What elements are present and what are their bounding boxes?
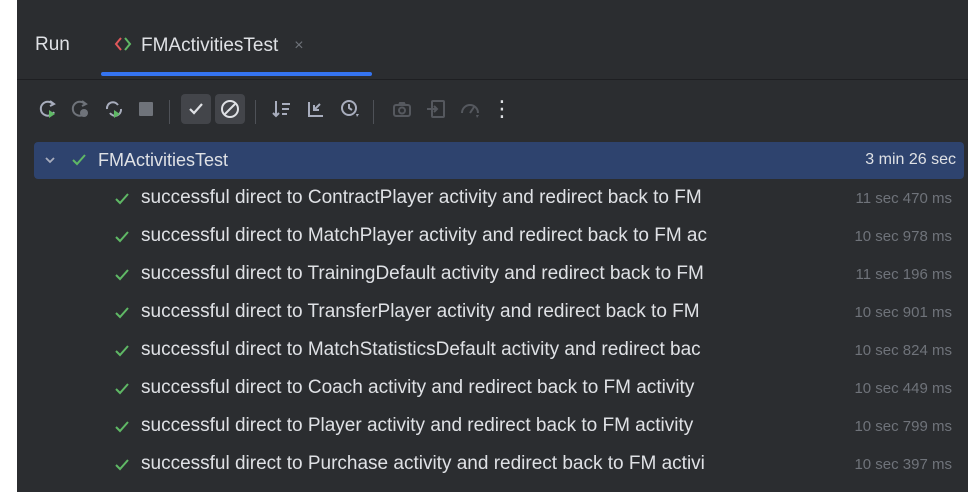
- test-duration: 10 sec 799 ms: [854, 418, 952, 435]
- test-name: successful direct to Player activity and…: [141, 415, 694, 436]
- test-name: successful direct to Purchase activity a…: [141, 453, 705, 474]
- toolbar-separator: [373, 100, 374, 124]
- toolbar-separator: [169, 100, 170, 124]
- close-tab-icon[interactable]: ×: [294, 37, 303, 55]
- passed-check-icon: [113, 266, 131, 289]
- passed-check-icon: [113, 342, 131, 365]
- test-name: successful direct to Coach activity and …: [141, 377, 695, 398]
- import-tests-icon[interactable]: [421, 94, 451, 124]
- sort-by-duration-icon[interactable]: [335, 94, 365, 124]
- test-duration: 10 sec 901 ms: [854, 304, 952, 321]
- root-test-name: FMActivitiesTest: [98, 150, 229, 170]
- passed-check-icon: [113, 456, 131, 479]
- test-toolbar: ⋮: [17, 80, 968, 142]
- test-name: successful direct to TransferPlayer acti…: [141, 301, 700, 322]
- passed-check-icon: [70, 151, 88, 174]
- expand-collapse-icon[interactable]: [301, 94, 331, 124]
- test-name: successful direct to MatchPlayer activit…: [141, 225, 707, 246]
- run-tool-window: Run FMActivitiesTest × ⋮ FMActivitiesTes…: [17, 0, 968, 492]
- test-name: successful direct to ContractPlayer acti…: [141, 187, 702, 208]
- test-config-icon: [113, 35, 133, 58]
- sort-alphabetically-icon[interactable]: [267, 94, 297, 124]
- test-row[interactable]: successful direct to MatchStatisticsDefa…: [17, 332, 968, 369]
- tab-fmactivitiestest[interactable]: FMActivitiesTest ×: [113, 26, 304, 66]
- test-duration: 10 sec 449 ms: [854, 380, 952, 397]
- tab-label: FMActivitiesTest: [141, 35, 279, 56]
- test-row[interactable]: successful direct to Purchase activity a…: [17, 446, 968, 483]
- show-ignored-icon[interactable]: [215, 94, 245, 124]
- rerun-failed-icon[interactable]: [65, 94, 95, 124]
- test-row[interactable]: successful direct to MatchPlayer activit…: [17, 218, 968, 255]
- test-name: successful direct to TrainingDefault act…: [141, 263, 704, 284]
- passed-check-icon: [113, 304, 131, 327]
- active-tab-indicator: [101, 72, 372, 76]
- test-duration: 10 sec 978 ms: [854, 228, 952, 245]
- test-duration: 10 sec 397 ms: [854, 456, 952, 473]
- test-duration: 11 sec 196 ms: [855, 266, 952, 283]
- rerun-automatic-icon[interactable]: [99, 94, 129, 124]
- passed-check-icon: [113, 190, 131, 213]
- run-tool-window-title: Run: [35, 34, 70, 55]
- test-duration: 10 sec 824 ms: [854, 342, 952, 359]
- passed-check-icon: [113, 380, 131, 403]
- test-tree-root[interactable]: FMActivitiesTest 3 min 26 sec: [34, 142, 964, 179]
- screenshot-icon[interactable]: [387, 94, 417, 124]
- passed-check-icon: [113, 228, 131, 251]
- passed-check-icon: [113, 418, 131, 441]
- tab-bar: Run FMActivitiesTest ×: [17, 0, 968, 78]
- stop-icon[interactable]: [131, 94, 161, 124]
- test-row[interactable]: successful direct to Player activity and…: [17, 408, 968, 445]
- test-duration: 11 sec 470 ms: [855, 190, 952, 207]
- test-row[interactable]: successful direct to Coach activity and …: [17, 370, 968, 407]
- toolbar-separator: [255, 100, 256, 124]
- history-icon[interactable]: [455, 94, 485, 124]
- chevron-down-icon[interactable]: [42, 152, 58, 173]
- test-name: successful direct to MatchStatisticsDefa…: [141, 339, 701, 360]
- root-test-duration: 3 min 26 sec: [865, 151, 956, 168]
- rerun-icon[interactable]: [33, 94, 63, 124]
- show-passed-icon[interactable]: [181, 94, 211, 124]
- test-row[interactable]: successful direct to ContractPlayer acti…: [17, 180, 968, 217]
- test-row[interactable]: successful direct to TransferPlayer acti…: [17, 294, 968, 331]
- more-options-icon[interactable]: ⋮: [487, 94, 517, 124]
- test-row[interactable]: successful direct to TrainingDefault act…: [17, 256, 968, 293]
